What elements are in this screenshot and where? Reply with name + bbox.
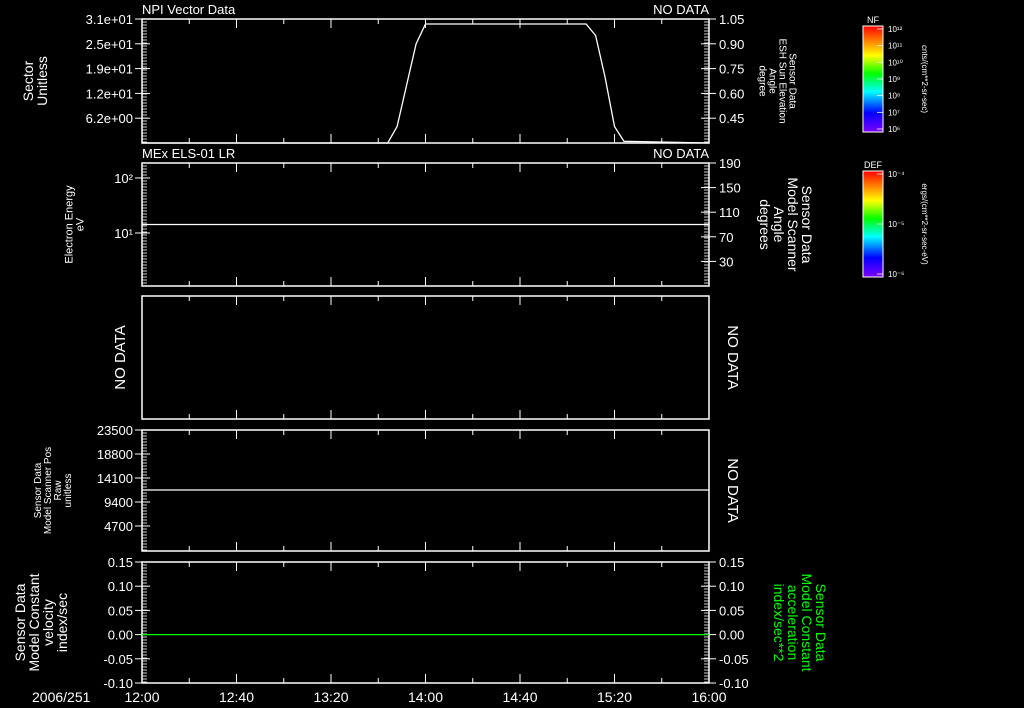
y-tick-label: 0.45 bbox=[719, 111, 744, 126]
y-tick-label: 18800 bbox=[97, 447, 133, 462]
y-tick-label: 110 bbox=[719, 205, 740, 220]
plot-frame bbox=[141, 18, 710, 144]
y-tick-label: 0.00 bbox=[108, 628, 133, 643]
right-axis-label: index/sec**2 bbox=[771, 584, 787, 662]
colorbar-unit-label: ergs/(cm**2-sr-sec-eV) bbox=[920, 183, 929, 265]
x-tick-label: 12:00 bbox=[124, 689, 159, 705]
panel-3: NO DATA NO DATA bbox=[112, 295, 741, 420]
y-tick-label: 0.90 bbox=[719, 37, 744, 52]
y-tick-label: 10² bbox=[114, 171, 133, 186]
colorbar-tick-label: 10¹⁰ bbox=[888, 58, 903, 67]
y-tick-label: 0.15 bbox=[108, 555, 133, 570]
y-tick-label: -0.05 bbox=[103, 652, 133, 667]
y-tick-label: 3.1e+01 bbox=[86, 12, 133, 27]
colorbar-tick-label: 10⁻⁴ bbox=[888, 170, 905, 179]
plot-frame bbox=[141, 561, 710, 684]
colorbar-title: DEF bbox=[864, 160, 883, 170]
x-tick-label: 13:20 bbox=[313, 689, 348, 705]
no-data-label: NO DATA bbox=[724, 325, 741, 389]
y-tick-label: 14100 bbox=[97, 471, 133, 486]
right-axis-label: degrees bbox=[757, 199, 773, 250]
y-tick-label: 0.05 bbox=[108, 603, 133, 618]
y-tick-label: 0.75 bbox=[719, 62, 744, 77]
colorbar-tick-label: 10⁹ bbox=[888, 75, 900, 84]
no-data-status: NO DATA bbox=[653, 146, 709, 161]
y-tick-label: 30 bbox=[719, 254, 733, 269]
x-tick-label: 16:00 bbox=[691, 689, 726, 705]
colorbar-title: NF bbox=[867, 15, 879, 25]
y-tick-label: 190 bbox=[719, 156, 741, 171]
no-data-label: NO DATA bbox=[724, 458, 741, 522]
y-tick-label: 1.2e+01 bbox=[86, 86, 133, 101]
y-tick-label: 1.05 bbox=[719, 12, 744, 27]
colorbar-def: DEF 10⁻⁴ 10⁻⁵ 10⁻⁶ ergs/(cm**2-sr-sec-eV) bbox=[862, 160, 929, 279]
y-tick-label: 23500 bbox=[97, 423, 133, 438]
plot-frame bbox=[141, 295, 710, 420]
series-line bbox=[142, 23, 710, 144]
y-tick-label: 6.2e+00 bbox=[86, 111, 133, 126]
y-tick-label: 2.5e+01 bbox=[86, 37, 133, 52]
y-tick-label: 9400 bbox=[104, 495, 133, 510]
y-tick-label: 0.10 bbox=[108, 579, 133, 594]
no-data-status: NO DATA bbox=[653, 2, 709, 17]
colorbar-unit-label: cnts/(cm**2-sr-sec) bbox=[920, 45, 929, 113]
left-axis-label: eV bbox=[75, 217, 87, 231]
y-tick-label: 0.60 bbox=[719, 86, 744, 101]
y-tick-label: 0.05 bbox=[719, 603, 744, 618]
x-tick-label: 15:20 bbox=[597, 689, 632, 705]
panel-1: NPI Vector Data NO DATA 6.2e+00 1.2e+01 1.9e… bbox=[20, 2, 798, 144]
y-tick-label: 1.9e+01 bbox=[86, 62, 133, 77]
panel-4: 47009400141001880023500Sensor Data Model … bbox=[33, 423, 741, 552]
y-tick-label: 0.10 bbox=[719, 579, 744, 594]
colorbar-tick-label: 10⁻⁶ bbox=[888, 270, 904, 279]
colorbar-tick-label: 10⁸ bbox=[888, 92, 900, 101]
colorbar-tick-label: 10⁻⁵ bbox=[888, 220, 904, 229]
panel-title: NPI Vector Data bbox=[142, 2, 236, 17]
colorbar-nf: NF 10¹² 10¹¹ 10¹⁰ 10⁹ 10⁸ 10⁷ 10⁶ cnts/(cm**2-sr… bbox=[862, 15, 929, 134]
date-label: 2006/251 bbox=[32, 689, 91, 705]
panel-title: MEx ELS-01 LR bbox=[142, 146, 235, 161]
y-tick-label: 0.15 bbox=[719, 555, 744, 570]
x-tick-label: 12:40 bbox=[219, 689, 254, 705]
no-data-label: NO DATA bbox=[112, 325, 129, 389]
y-tick-label: 10¹ bbox=[114, 226, 133, 241]
colorbar-tick-label: 10⁷ bbox=[888, 108, 900, 117]
left-axis-label: index/sec bbox=[54, 593, 70, 652]
colorbar-tick-label: 10¹¹ bbox=[888, 42, 903, 51]
colorbar-tick-label: 10⁶ bbox=[888, 125, 900, 134]
x-tick-label: 14:00 bbox=[408, 689, 443, 705]
left-axis-label: Unitless bbox=[34, 56, 50, 106]
y-tick-label: 0.00 bbox=[719, 628, 744, 643]
panel-2: MEx ELS-01 LR NO DATA10¹10²3070110150190E… bbox=[64, 146, 815, 287]
y-tick-label: 70 bbox=[719, 230, 733, 245]
colorbar-tick-label: 10¹² bbox=[888, 25, 903, 34]
left-axis-label: unitless bbox=[63, 474, 74, 508]
multi-panel-plot: NPI Vector Data NO DATA 6.2e+00 1.2e+01 1.9e… bbox=[12, 2, 929, 705]
right-axis-label: degree bbox=[757, 65, 768, 97]
y-tick-label: 4700 bbox=[104, 519, 133, 534]
panel-5: -0.10-0.050.000.050.100.15-0.10-0.050.00… bbox=[12, 555, 829, 691]
y-tick-label: 150 bbox=[719, 181, 741, 196]
y-tick-label: -0.05 bbox=[719, 652, 749, 667]
x-tick-label: 14:40 bbox=[502, 689, 537, 705]
x-axis: 12:00 12:40 13:20 14:00 14:40 15:20 16:00 2006/… bbox=[32, 689, 727, 705]
